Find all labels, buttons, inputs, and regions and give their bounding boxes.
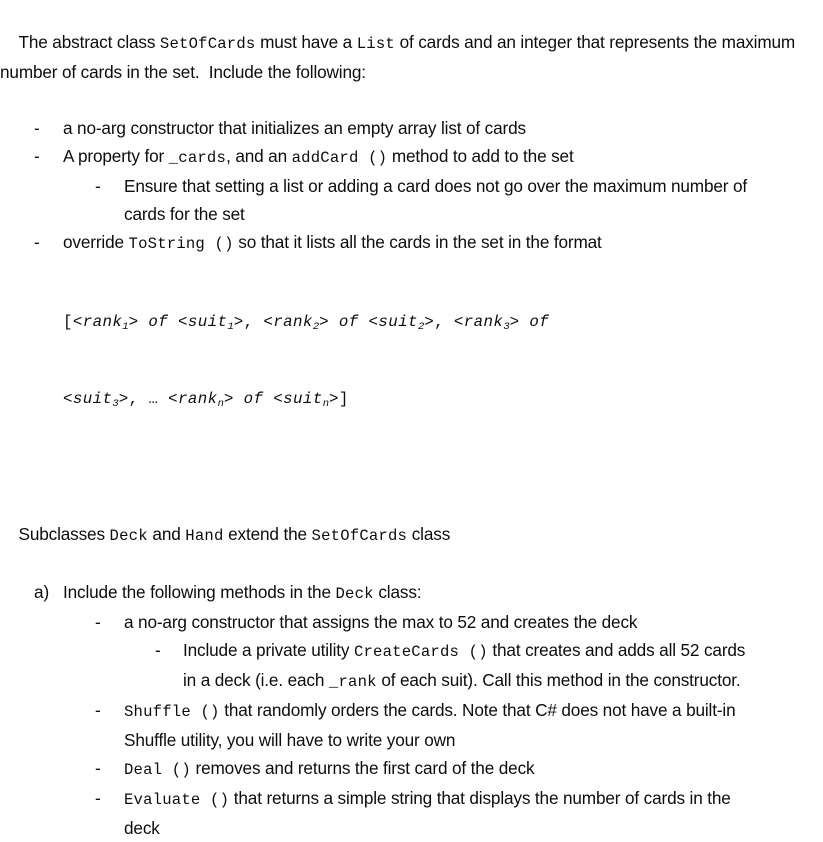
list-item-text: Include a private utility CreateCards ()… [183,636,758,696]
bullet-dash-icon: - [34,146,40,166]
list-item-deal: - Deal () removes and returns the first … [0,754,823,784]
intro-text-1: The abstract class [18,32,160,52]
property-text-3: method to add to the set [387,146,574,166]
createcards-text-1: Include a private utility [183,640,354,660]
list-item-text: Shuffle () that randomly orders the card… [124,696,754,754]
item-a-text-1: Include the following methods in the [63,582,336,602]
subscript-1: 1 [227,321,234,333]
list-item-deck-constructor: - a no-arg constructor that assigns the … [0,608,823,636]
code-deal: Deal () [124,761,191,779]
list-item-text: Include the following methods in the Dec… [63,578,753,608]
subscript-1: 1 [122,321,129,333]
code-list: List [356,35,395,53]
list-item-text: Deal () removes and returns the first ca… [124,754,754,784]
bullet-dash-icon: - [34,232,40,252]
subclasses-text-2: and [147,524,186,544]
subclasses-text-3: extend the [223,524,312,544]
code-deck: Deck [109,527,148,545]
subscript-n: n [322,398,330,410]
bullet-dash-icon: - [155,640,161,660]
tostring-format-specimen: [<rank1> of <suit1>, <rank2> of <suit2>,… [0,260,823,464]
list-item-text: a no-arg constructor that assigns the ma… [124,612,638,632]
document-body: The abstract class SetOfCards must have … [0,0,823,838]
list-item-text: A property for _cards, and an addCard ()… [63,142,753,172]
createcards-text-3: of each suit). Call this method in the c… [376,670,741,690]
intro-paragraph: The abstract class SetOfCards must have … [0,0,823,114]
subscript-3: 3 [112,398,119,410]
code-shuffle: Shuffle () [124,703,220,721]
list-item-text: a no-arg constructor that initializes an… [63,118,526,138]
code-underscore-cards: _cards [168,149,227,167]
subclasses-paragraph: Subclasses Deck and Hand extend the SetO… [0,492,823,578]
subclasses-text-4: class [407,524,451,544]
item-a-text-2: class: [373,582,422,602]
deal-text-1: removes and returns the first card of th… [190,758,535,778]
intro-text-2: must have a [255,32,357,52]
code-createcards: CreateCards () [353,643,488,661]
subclasses-text-1: Subclasses [18,524,110,544]
code-addcard: addCard () [291,149,388,167]
list-item-text: Evaluate () that returns a simple string… [124,784,754,842]
subscript-2: 2 [312,321,320,333]
code-setofcards: SetOfCards [159,35,256,53]
code-deck: Deck [335,585,374,603]
code-hand: Hand [185,527,224,545]
subscript-n: n [217,398,224,410]
format-line-1: [<rank1> of <suit1>, <rank2> of <suit2>,… [63,313,550,333]
bullet-dash-icon: - [95,176,101,196]
code-tostring: ToString () [128,235,234,253]
list-item-evaluate: - Evaluate () that returns a simple stri… [0,784,823,842]
list-item-override-tostring: - override ToString () so that it lists … [0,228,823,258]
tostring-text-1: override [63,232,129,252]
bullet-dash-icon: - [95,612,101,632]
ellipsis-glyph: … [148,390,159,408]
code-evaluate: Evaluate () [124,791,230,809]
list-item-ensure-maximum: - Ensure that setting a list or adding a… [0,172,823,228]
bullet-dash-icon: - [95,700,101,720]
list-item-property-cards: - A property for _cards, and an addCard … [0,142,823,172]
list-item-text: override ToString () so that it lists al… [63,228,753,258]
property-text-1: A property for [63,146,169,166]
code-underscore-rank: _rank [328,673,377,691]
list-item-a-deck-methods: a) Include the following methods in the … [0,578,823,608]
list-item-text: Ensure that setting a list or adding a c… [124,176,748,224]
list-item-noarg-constructor: - a no-arg constructor that initializes … [0,114,823,142]
bullet-dash-icon: - [95,758,101,778]
property-text-2: , and an [226,146,292,166]
tostring-text-2: so that it lists all the cards in the se… [233,232,602,252]
bullet-dash-icon: - [95,788,101,808]
code-setofcards: SetOfCards [311,527,408,545]
list-marker-a: a) [34,582,50,602]
subscript-3: 3 [503,321,510,333]
list-item-create-cards: - Include a private utility CreateCards … [0,636,823,696]
bullet-dash-icon: - [34,118,40,138]
format-line-2: <suit3>, … <rankn> of <suitn>] [63,390,349,410]
subscript-2: 2 [417,321,425,333]
list-item-shuffle: - Shuffle () that randomly orders the ca… [0,696,823,754]
